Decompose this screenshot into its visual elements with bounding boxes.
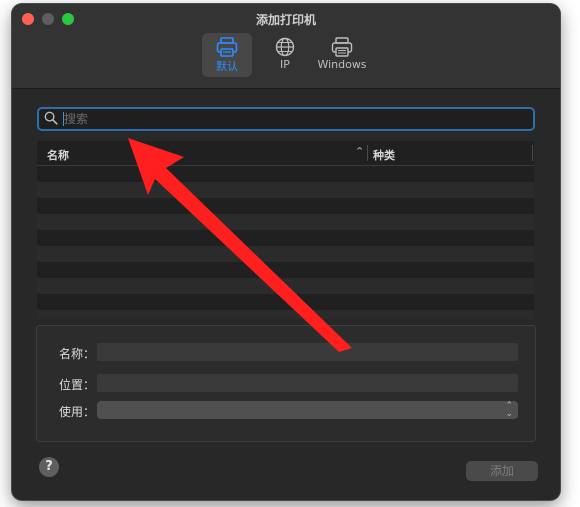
empty-row bbox=[37, 278, 534, 294]
tab-default[interactable]: 默认 bbox=[202, 33, 252, 77]
location-field[interactable] bbox=[97, 374, 518, 392]
window-title: 添加打印机 bbox=[255, 13, 316, 27]
printer-icon bbox=[216, 37, 238, 57]
empty-row bbox=[37, 182, 534, 198]
tab-windows-label: Windows bbox=[317, 58, 367, 71]
search-field[interactable] bbox=[37, 107, 535, 131]
empty-row bbox=[37, 214, 534, 230]
name-field[interactable] bbox=[97, 343, 518, 361]
column-divider[interactable] bbox=[532, 145, 533, 161]
add-button[interactable]: 添加 bbox=[466, 461, 538, 481]
windows-printer-icon bbox=[331, 37, 353, 57]
empty-row bbox=[37, 230, 534, 246]
empty-row bbox=[37, 310, 534, 319]
table-header: 名称 ⌃ 种类 bbox=[37, 141, 534, 166]
column-header-name[interactable]: 名称 bbox=[47, 147, 69, 163]
chevron-updown-icon: ⌃ ⌄ bbox=[505, 401, 513, 419]
tab-windows[interactable]: Windows bbox=[314, 33, 370, 77]
empty-row bbox=[37, 246, 534, 262]
tab-ip-label: IP bbox=[280, 58, 290, 71]
tab-default-label: 默认 bbox=[216, 60, 238, 73]
empty-row bbox=[37, 198, 534, 214]
add-printer-window: 添加打印机 默认 IP Windows 搜索 名称 ⌃ 种类 名称： 位置： 使… bbox=[12, 4, 560, 500]
tab-ip[interactable]: IP bbox=[264, 33, 306, 77]
empty-row bbox=[37, 166, 534, 182]
use-select[interactable]: ⌃ ⌄ bbox=[97, 401, 518, 419]
use-label: 使用： bbox=[58, 405, 95, 419]
printer-list-table[interactable]: 名称 ⌃ 种类 bbox=[37, 141, 534, 319]
sort-ascending-icon: ⌃ bbox=[355, 145, 365, 158]
globe-icon bbox=[275, 37, 295, 57]
empty-row bbox=[37, 294, 534, 310]
column-header-kind[interactable]: 种类 bbox=[373, 147, 395, 163]
empty-row bbox=[37, 262, 534, 278]
search-input[interactable] bbox=[64, 110, 524, 128]
printer-details-panel: 名称： 位置： 使用： ⌃ ⌄ bbox=[36, 325, 536, 442]
location-label: 位置： bbox=[58, 378, 95, 392]
column-divider[interactable] bbox=[367, 145, 368, 161]
search-icon bbox=[44, 111, 58, 125]
title-bar: 添加打印机 默认 IP Windows bbox=[12, 4, 560, 89]
help-button[interactable]: ? bbox=[39, 457, 59, 477]
table-rows bbox=[37, 166, 534, 319]
name-label: 名称： bbox=[58, 347, 95, 361]
